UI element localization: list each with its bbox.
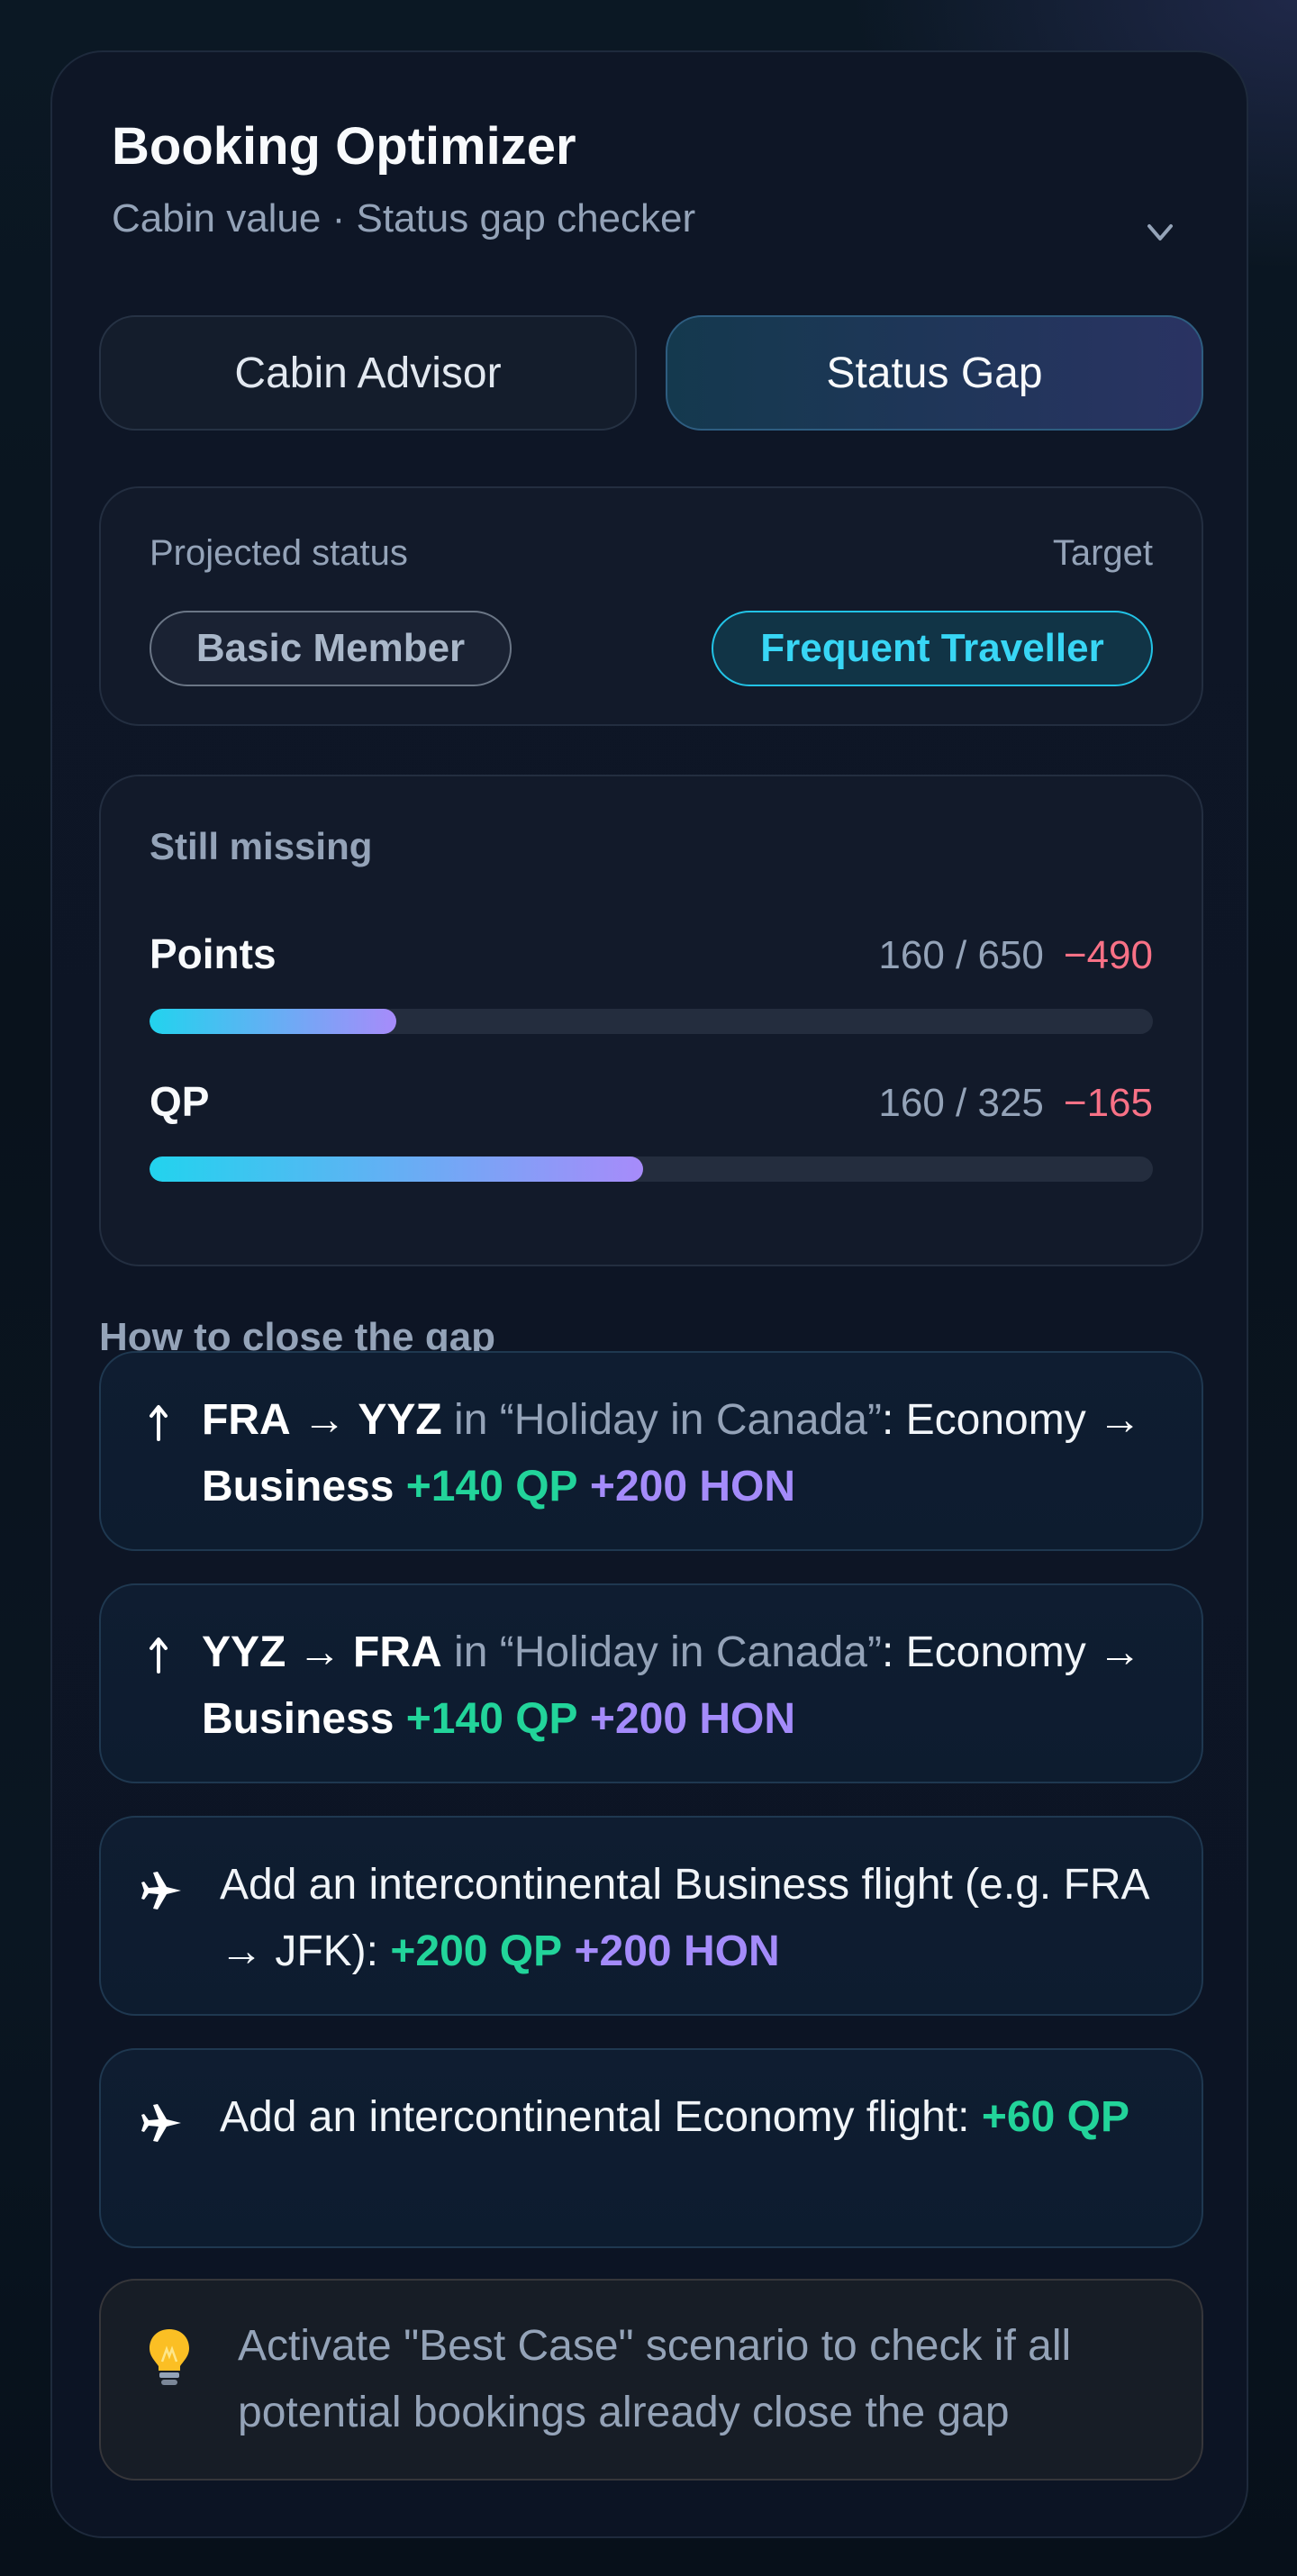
hon-gain: +200 HON (589, 1463, 796, 1510)
qp-gain: +60 QP (981, 2093, 1129, 2141)
qp-values: 160 / 325 −165 (878, 1081, 1153, 1126)
still-missing-card: Still missing Points 160 / 650 −490 QP 16… (99, 775, 1203, 1266)
arrow-up-icon (139, 1403, 178, 1457)
points-missing-delta: −490 (1063, 933, 1153, 977)
panel-header: Booking Optimizer Cabin value · Status g… (112, 115, 1193, 243)
best-case-tip: Activate "Best Case" scenario to check i… (99, 2279, 1203, 2481)
qp-progress-fill (150, 1156, 644, 1182)
tab-bar: Cabin Advisor Status Gap (99, 315, 1203, 431)
suggestion-upgrade-fra-yyz[interactable]: FRA → YYZ in “Holiday in Canada”: Econom… (99, 1351, 1203, 1551)
target-status-badge: Frequent Traveller (712, 611, 1153, 686)
points-progress-fill (150, 1009, 397, 1034)
qp-label: QP (150, 1078, 210, 1125)
points-label: Points (150, 930, 277, 977)
panel-subtitle: Cabin value · Status gap checker (112, 196, 696, 240)
suggestion-add-economy-flight[interactable]: Add an intercontinental Economy flight: … (99, 2048, 1203, 2248)
points-progress-track (150, 1009, 1153, 1034)
qp-progress-track (150, 1156, 1153, 1182)
suggestion-text: Add an intercontinental Economy flight: … (220, 2093, 1129, 2141)
target-label: Target (1052, 533, 1153, 573)
qp-gain: +200 QP (390, 1927, 563, 1975)
still-missing-title: Still missing (150, 825, 373, 867)
points-values: 160 / 650 −490 (878, 933, 1153, 978)
chevron-down-icon[interactable] (1142, 214, 1178, 250)
arrow-up-icon (139, 1636, 178, 1690)
qp-gain: +140 QP (405, 1695, 578, 1743)
qp-missing-delta: −165 (1063, 1081, 1153, 1125)
hon-gain: +200 HON (589, 1695, 796, 1743)
status-card: Projected status Target Basic Member Fre… (99, 486, 1203, 726)
tab-cabin-advisor[interactable]: Cabin Advisor (99, 315, 637, 431)
qp-progress-text: 160 / 325 (878, 1081, 1044, 1125)
suggestion-upgrade-yyz-fra[interactable]: YYZ → FRA in “Holiday in Canada”: Econom… (99, 1583, 1203, 1783)
projected-status-label: Projected status (150, 533, 408, 573)
qp-gain: +140 QP (405, 1463, 578, 1510)
airplane-icon (137, 2100, 187, 2154)
panel-title: Booking Optimizer (112, 117, 576, 176)
airplane-icon (137, 1868, 187, 1922)
hon-gain: +200 HON (574, 1927, 780, 1975)
tab-status-gap[interactable]: Status Gap (666, 315, 1203, 431)
points-progress-row: Points 160 / 650 −490 (150, 930, 1153, 1038)
suggestion-add-business-flight[interactable]: Add an intercontinental Business flight … (99, 1816, 1203, 2016)
suggestion-text: Add an intercontinental Business flight … (220, 1861, 1147, 1975)
suggestion-text: FRA → YYZ in “Holiday in Canada”: Econom… (202, 1396, 1142, 1510)
booking-optimizer-panel: Booking Optimizer Cabin value · Status g… (50, 50, 1248, 2538)
points-progress-text: 160 / 650 (878, 933, 1044, 977)
qp-progress-row: QP 160 / 325 −165 (150, 1077, 1153, 1185)
suggestion-text: YYZ → FRA in “Holiday in Canada”: Econom… (202, 1628, 1142, 1743)
projected-status-badge: Basic Member (150, 611, 512, 686)
tip-text: Activate "Best Case" scenario to check i… (238, 2322, 1072, 2436)
lightbulb-icon (142, 2326, 196, 2389)
